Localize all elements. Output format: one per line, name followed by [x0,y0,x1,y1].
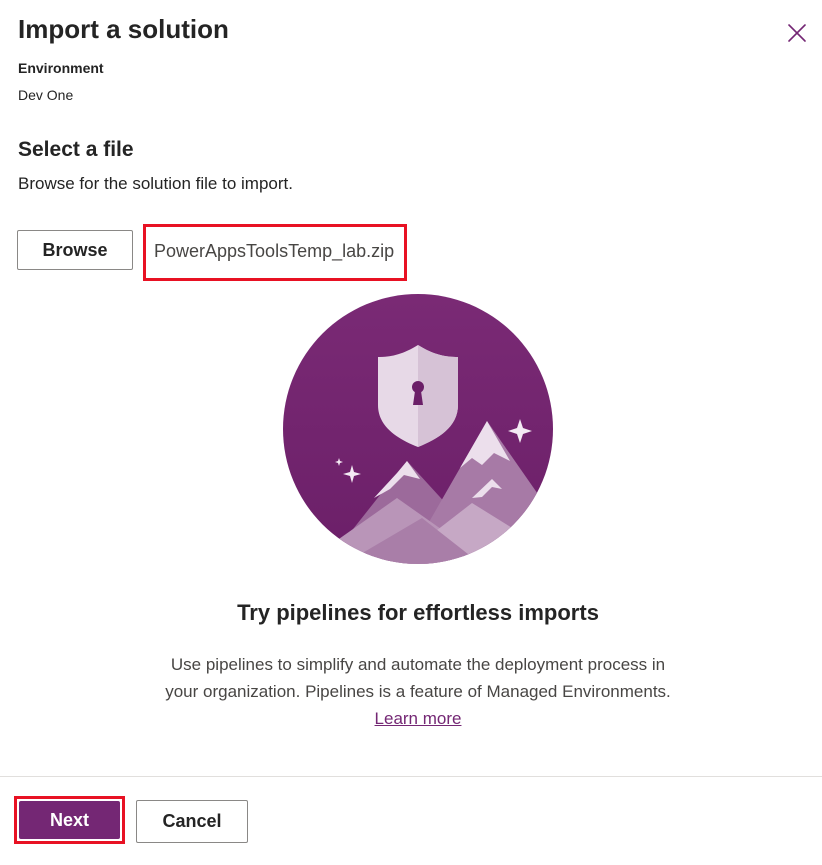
learn-more-link[interactable]: Learn more [375,705,462,732]
promo-description: Use pipelines to simplify and automate t… [0,651,822,732]
close-button[interactable] [784,20,810,46]
close-icon [788,24,806,42]
promo-title: Try pipelines for effortless imports [237,600,599,625]
cancel-button[interactable]: Cancel [136,800,248,843]
select-file-description: Browse for the solution file to import. [18,174,293,193]
select-file-heading: Select a file [18,138,134,161]
environment-label: Environment [18,60,104,76]
selected-file-highlight: PowerAppsToolsTemp_lab.zip [143,224,407,281]
footer-divider [0,776,822,777]
promo-text-line-2: your organization. Pipelines is a featur… [165,682,671,701]
promo-text-line-1: Use pipelines to simplify and automate t… [170,655,666,674]
shield-mountains-illustration [283,294,553,564]
environment-value: Dev One [18,87,74,103]
next-button-highlight: Next [14,796,125,844]
import-solution-panel: Import a solution Environment Dev One Se… [0,0,822,865]
page-title: Import a solution [18,14,229,44]
browse-button[interactable]: Browse [17,230,133,270]
selected-file-name: PowerAppsToolsTemp_lab.zip [154,241,395,261]
next-button[interactable]: Next [19,801,120,839]
